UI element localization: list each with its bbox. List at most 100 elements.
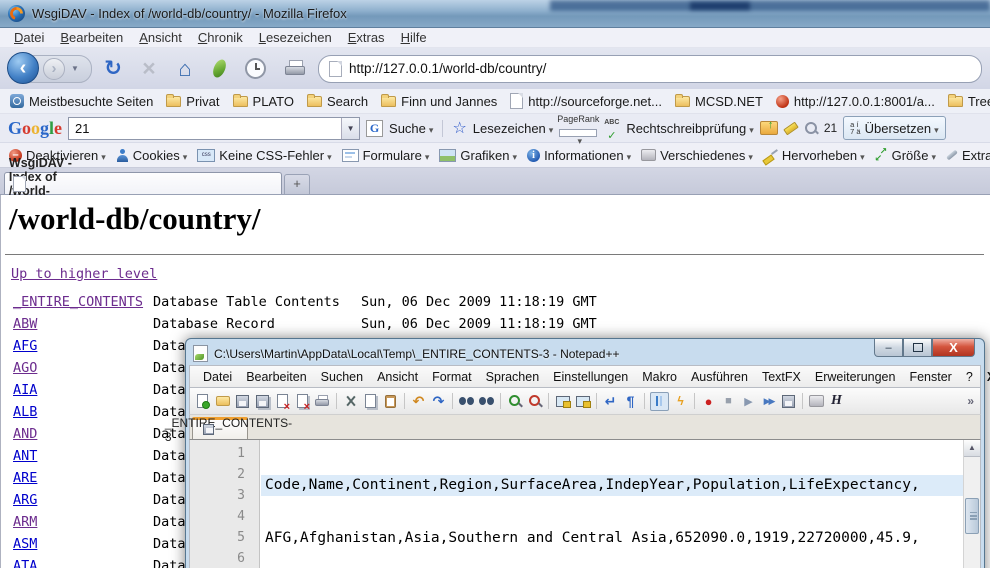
npp-menu-help[interactable]: ? [959,370,980,384]
menu-chronik[interactable]: Chronik [190,30,251,45]
highlighter-icon[interactable] [783,121,798,135]
url-bar[interactable]: http://127.0.0.1/world-db/country/ [318,55,982,83]
bookmark-folder-plato[interactable]: PLATO [229,94,298,109]
notepadpp-titlebar[interactable]: C:\Users\Martin\AppData\Local\Temp\_ENTI… [189,342,981,365]
webdev-css[interactable]: cssKeine CSS-Fehler [194,148,334,163]
word-wrap-button[interactable]: ↵ [602,393,619,410]
function-list-button[interactable]: ϟ [672,393,689,410]
webdev-cookies[interactable]: Cookies [113,148,191,163]
entry-link[interactable]: AFG [13,335,153,357]
search-dropdown-icon[interactable]: ▼ [341,118,359,139]
menu-extras[interactable]: Extras [340,30,393,45]
npp-menu-einstellungen[interactable]: Einstellungen [546,370,635,384]
translate-button[interactable]: a í7 ä Übersetzen [843,116,945,140]
magnifier-icon[interactable] [804,121,818,135]
npp-menu-sprachen[interactable]: Sprachen [479,370,547,384]
sync-horizontal-button[interactable] [574,393,591,410]
save-macro-button[interactable] [780,393,797,410]
npp-menu-ausfuehren[interactable]: Ausführen [684,370,755,384]
google-suche-button[interactable]: Suche [389,121,433,136]
entry-link[interactable]: ALB [13,401,153,423]
send-to-icon[interactable] [760,121,778,135]
play-macro-button[interactable]: ▶ [740,393,757,410]
npp-menu-suchen[interactable]: Suchen [314,370,370,384]
bookmark-localhost-8001[interactable]: http://127.0.0.1:8001/a... [772,94,939,109]
docmap-button[interactable] [808,393,825,410]
home-button[interactable]: ⌂ [170,56,200,82]
close-button[interactable]: X [932,339,975,357]
entry-link[interactable]: ARG [13,489,153,511]
record-macro-button[interactable]: ● [700,393,717,410]
scrollbar-thumb[interactable] [965,498,979,534]
url-text[interactable]: http://127.0.0.1/world-db/country/ [349,61,546,76]
pagerank-widget[interactable]: PageRank [559,111,597,146]
stop-button[interactable]: × [134,55,164,82]
npp-menu-fenster[interactable]: Fenster [902,370,958,384]
history-dropdown-icon[interactable]: ▼ [71,64,79,73]
bookmark-folder-tree-samples[interactable]: Tree Samples [944,94,990,109]
hex-editor-button[interactable]: H [828,393,845,410]
leaf-addon-icon[interactable] [211,58,229,80]
reload-button[interactable]: ↻ [98,56,128,81]
save-all-button[interactable] [254,393,271,410]
indent-guide-button[interactable] [650,392,669,411]
zoom-in-button[interactable] [506,393,523,410]
scroll-up-arrow-icon[interactable]: ▲ [964,440,980,457]
copy-button[interactable] [362,393,379,410]
menu-hilfe[interactable]: Hilfe [393,30,435,45]
webdev-formulare[interactable]: Formulare [339,148,433,163]
find-button[interactable] [458,393,475,410]
maximize-button[interactable] [903,339,932,357]
toolbar-overflow-chevron[interactable]: » [967,394,976,408]
save-button[interactable] [234,393,251,410]
print-button[interactable] [284,60,306,77]
npp-tab-entire-contents[interactable]: _ENTIRE_CONTENTS-3 [192,417,248,439]
firefox-titlebar[interactable]: WsgiDAV - Index of /world-db/country/ - … [0,0,990,28]
minimize-button[interactable]: – [874,339,903,357]
vertical-scrollbar[interactable]: ▲ [963,440,980,568]
menu-ansicht[interactable]: Ansicht [131,30,190,45]
entry-link[interactable]: ATA [13,555,153,568]
webdev-grafiken[interactable]: Grafiken [436,148,520,163]
webdev-verschiedenes[interactable]: Verschiedenes [638,148,756,163]
zoom-out-button[interactable] [526,393,543,410]
editor-text-area[interactable]: Code,Name,Continent,Region,SurfaceArea,I… [261,440,963,568]
tab-wsgidav-index[interactable]: WsgiDAV - Index of /world-db/count... [4,172,282,194]
bookmark-meistbesuchte-seiten[interactable]: Meistbesuchte Seiten [6,94,157,109]
replace-button[interactable] [478,393,495,410]
cut-button[interactable] [342,393,359,410]
npp-menu-format[interactable]: Format [425,370,479,384]
menu-lesezeichen[interactable]: Lesezeichen [251,30,340,45]
paste-button[interactable] [382,393,399,410]
npp-menu-close-doc[interactable]: X [980,370,990,384]
npp-menu-bearbeiten[interactable]: Bearbeiten [239,370,313,384]
clock-addon-icon[interactable] [245,58,266,79]
npp-menu-datei[interactable]: Datei [196,370,239,384]
npp-menu-makro[interactable]: Makro [635,370,684,384]
bookmark-folder-search[interactable]: Search [303,94,372,109]
npp-menu-erweiterungen[interactable]: Erweiterungen [808,370,903,384]
bookmark-folder-finn-und-jannes[interactable]: Finn und Jannes [377,94,501,109]
redo-button[interactable]: ↷ [430,393,447,410]
notepadpp-editor[interactable]: 1 2 3 4 5 6 Code,Name,Continent,Region,S… [189,439,981,568]
google-lesezeichen-button[interactable]: Lesezeichen [473,121,554,136]
entry-link[interactable]: AND [13,423,153,445]
entry-link[interactable]: ABW [13,313,153,335]
sync-vertical-button[interactable] [554,393,571,410]
show-symbols-button[interactable]: ¶ [622,393,639,410]
close-all-button[interactable] [294,393,311,410]
entry-link[interactable]: ANT [13,445,153,467]
entry-link[interactable]: AIA [13,379,153,401]
webdev-extras[interactable]: Extras [943,148,990,163]
run-macro-multiple-button[interactable]: ▶▶ [760,393,777,410]
forward-button[interactable]: › [43,58,65,80]
close-file-button[interactable] [274,393,291,410]
print-button[interactable] [314,393,331,410]
up-to-higher-level-link[interactable]: Up to higher level [11,266,157,282]
bookmark-folder-privat[interactable]: Privat [162,94,223,109]
back-button[interactable]: ‹ [7,52,39,84]
entry-link[interactable]: ARM [13,511,153,533]
webdev-informationen[interactable]: iInformationen [524,148,634,163]
undo-button[interactable]: ↶ [410,393,427,410]
open-file-button[interactable] [214,393,231,410]
